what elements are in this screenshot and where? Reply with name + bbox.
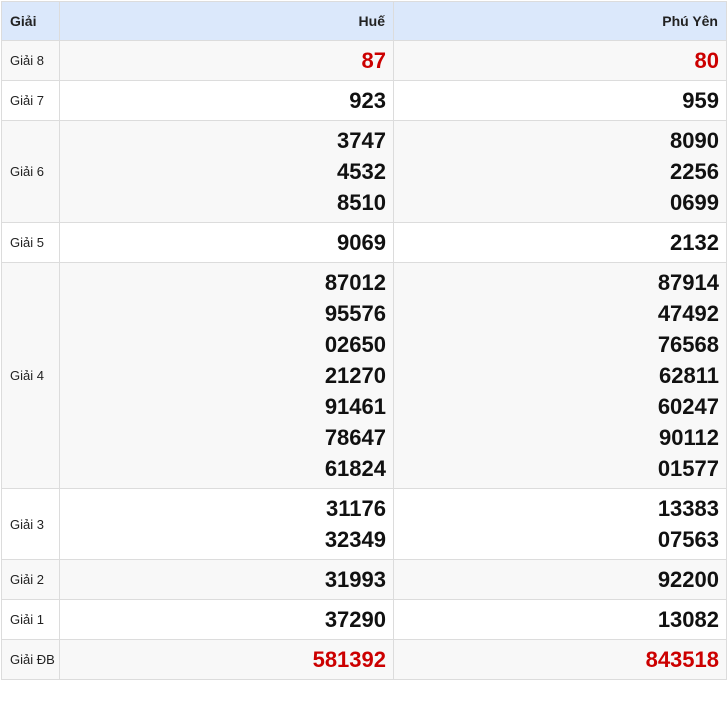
prize-label: Giải 3	[1, 488, 60, 560]
result-cell-phu-yen: 92200	[393, 559, 727, 600]
result-number: 91461	[324, 394, 386, 419]
prize-row-g5: Giải 5 9069 2132	[1, 222, 727, 263]
result-cell-hue: 923	[59, 80, 394, 121]
header-prize-label: Giải	[1, 1, 60, 41]
result-cell-hue: 37290	[59, 599, 394, 640]
result-cell-hue: 31176 32349	[59, 488, 394, 560]
header-row: Giải Huế Phú Yên	[1, 1, 727, 41]
result-number: 87914	[657, 270, 719, 295]
prize-row-g6: Giải 6 3747 4532 8510 8090 2256 0699	[1, 120, 727, 223]
result-cell-phu-yen: 2132	[393, 222, 727, 263]
result-cell-phu-yen: 8090 2256 0699	[393, 120, 727, 223]
result-number: 07563	[657, 527, 719, 552]
result-number: 581392	[312, 647, 386, 672]
result-number: 60247	[657, 394, 719, 419]
result-cell-hue: 581392	[59, 639, 394, 680]
prize-label: Giải 7	[1, 80, 60, 121]
result-number: 8090	[670, 128, 719, 153]
result-number: 923	[349, 88, 386, 113]
result-number: 92200	[657, 567, 719, 592]
prize-row-g2: Giải 2 31993 92200	[1, 559, 727, 600]
result-number: 4532	[337, 159, 386, 184]
prize-label: Giải 1	[1, 599, 60, 640]
result-cell-hue: 9069	[59, 222, 394, 263]
prize-label: Giải 8	[1, 40, 60, 81]
prize-rows: Giải 8 87 80 Giải 7 923 959 Giải 6 3747 4532 8510…	[1, 40, 727, 680]
result-number: 76568	[657, 332, 719, 357]
result-number: 9069	[337, 230, 386, 255]
result-number: 13082	[657, 607, 719, 632]
prize-row-g1: Giải 1 37290 13082	[1, 599, 727, 640]
prize-label: Giải 6	[1, 120, 60, 223]
result-number: 01577	[657, 456, 719, 481]
result-number: 2132	[670, 230, 719, 255]
result-number: 3747	[337, 128, 386, 153]
result-number: 31993	[324, 567, 386, 592]
result-number: 2256	[670, 159, 719, 184]
result-number: 959	[682, 88, 719, 113]
prize-label: Giải 5	[1, 222, 60, 263]
result-cell-phu-yen: 13383 07563	[393, 488, 727, 560]
result-number: 78647	[324, 425, 386, 450]
result-cell-hue: 3747 4532 8510	[59, 120, 394, 223]
result-number: 80	[694, 48, 719, 73]
prize-label: Giải 2	[1, 559, 60, 600]
result-number: 32349	[324, 527, 386, 552]
result-cell-hue: 87	[59, 40, 394, 81]
result-number: 87012	[324, 270, 386, 295]
result-number: 87	[361, 48, 386, 73]
result-cell-phu-yen: 13082	[393, 599, 727, 640]
prize-row-g8: Giải 8 87 80	[1, 40, 727, 81]
result-number: 37290	[324, 607, 386, 632]
result-cell-phu-yen: 80	[393, 40, 727, 81]
prize-row-g7: Giải 7 923 959	[1, 80, 727, 121]
result-cell-phu-yen: 843518	[393, 639, 727, 680]
prize-row-g4: Giải 4 87012 95576 02650 21270 91461 78647 6182…	[1, 262, 727, 489]
result-number: 8510	[337, 190, 386, 215]
result-number: 95576	[324, 301, 386, 326]
header-province-hue: Huế	[59, 1, 394, 41]
result-number: 90112	[659, 425, 719, 450]
header-province-phu-yen: Phú Yên	[393, 1, 727, 41]
result-cell-hue: 87012 95576 02650 21270 91461 78647 61824	[59, 262, 394, 489]
result-number: 0699	[670, 190, 719, 215]
result-number: 13383	[657, 496, 719, 521]
lottery-results-table: Giải Huế Phú Yên Giải 8 87 80 Giải 7 923 959 G…	[1, 1, 727, 680]
prize-label: Giải 4	[1, 262, 60, 489]
result-number: 61824	[324, 456, 386, 481]
prize-label: Giải ĐB	[1, 639, 60, 680]
result-cell-phu-yen: 959	[393, 80, 727, 121]
result-cell-hue: 31993	[59, 559, 394, 600]
result-cell-phu-yen: 87914 47492 76568 62811 60247 90112 01577	[393, 262, 727, 489]
prize-row-gdb: Giải ĐB 581392 843518	[1, 639, 727, 680]
result-number: 62811	[659, 363, 719, 388]
result-number: 31176	[326, 496, 386, 521]
result-number: 47492	[657, 301, 719, 326]
prize-row-g3: Giải 3 31176 32349 13383 07563	[1, 488, 727, 560]
result-number: 02650	[324, 332, 386, 357]
result-number: 21270	[324, 363, 386, 388]
result-number: 843518	[645, 647, 719, 672]
